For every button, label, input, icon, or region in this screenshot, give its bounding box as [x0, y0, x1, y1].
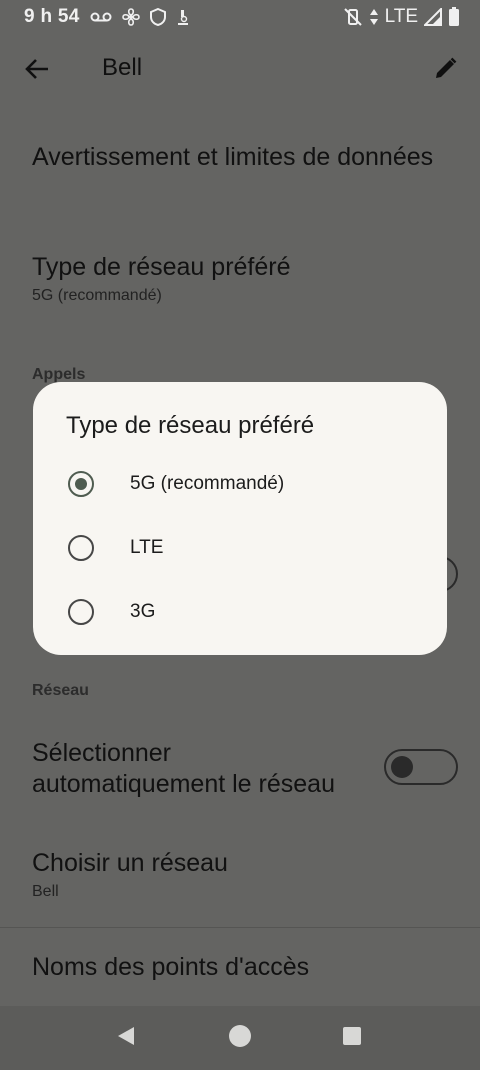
divider [0, 927, 480, 928]
pencil-icon [432, 56, 458, 87]
voicemail-icon [90, 10, 112, 24]
radio-button[interactable] [68, 535, 94, 561]
radio-dot [75, 478, 87, 490]
app-bar: Bell [0, 34, 480, 106]
option-5g[interactable]: 5G (recommandé) [33, 454, 447, 514]
choose-network-item[interactable]: Choisir un réseau Bell [32, 848, 448, 901]
preferred-network-dialog: Type de réseau préféré 5G (recommandé) L… [33, 382, 447, 655]
apn-item[interactable]: Noms des points d'accès [32, 952, 448, 983]
triangle-back-icon [114, 1024, 138, 1053]
battery-icon [448, 7, 460, 27]
vibrate-off-icon [343, 8, 363, 26]
network-type-label: LTE [384, 6, 418, 27]
auto-select-network-item[interactable]: Sélectionner automatiquement le réseau [32, 738, 370, 800]
radio-button[interactable] [68, 599, 94, 625]
data-warning-title: Avertissement et limites de données [32, 143, 434, 171]
option-label: LTE [130, 537, 164, 558]
option-label: 5G (recommandé) [130, 473, 285, 494]
radio-button-selected[interactable] [68, 471, 94, 497]
fan-icon [121, 8, 140, 26]
preferred-network-value: 5G (recommandé) [32, 287, 162, 304]
shield-icon [149, 8, 166, 26]
status-bar: 9 h 54 LTE [0, 0, 480, 34]
nav-home-button[interactable] [226, 1024, 254, 1052]
data-activity-icon [369, 8, 379, 26]
signal-icon [424, 8, 442, 26]
choose-network-value: Bell [32, 883, 59, 900]
microscope-icon [176, 8, 190, 26]
option-lte[interactable]: LTE [33, 518, 447, 578]
option-label: 3G [130, 601, 156, 622]
navigation-bar [0, 1006, 480, 1070]
arrow-back-icon [24, 58, 50, 85]
choose-network-title: Choisir un réseau [32, 849, 228, 877]
page-title: Bell [102, 54, 143, 81]
preferred-network-item[interactable]: Type de réseau préféré 5G (recommandé) [32, 252, 448, 305]
nav-back-button[interactable] [112, 1024, 140, 1052]
auto-select-toggle[interactable] [384, 749, 458, 785]
toggle-knob [391, 756, 413, 778]
apn-title: Noms des points d'accès [32, 953, 310, 981]
square-recents-icon [341, 1025, 363, 1052]
nav-recents-button[interactable] [338, 1024, 366, 1052]
auto-select-network-title: Sélectionner automatiquement le réseau [32, 739, 335, 798]
data-warning-item[interactable]: Avertissement et limites de données [32, 142, 448, 173]
network-section-header: Réseau [32, 682, 89, 699]
option-3g[interactable]: 3G [33, 582, 447, 642]
dialog-title: Type de réseau préféré [66, 412, 315, 439]
preferred-network-title: Type de réseau préféré [32, 253, 291, 281]
back-button[interactable] [20, 54, 54, 88]
edit-button[interactable] [428, 54, 462, 88]
status-time: 9 h 54 [24, 6, 80, 27]
circle-home-icon [228, 1024, 252, 1053]
